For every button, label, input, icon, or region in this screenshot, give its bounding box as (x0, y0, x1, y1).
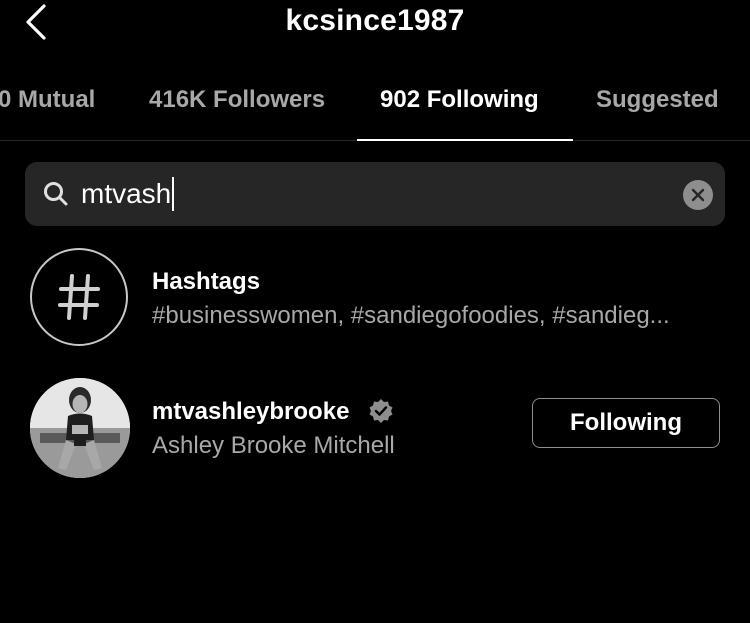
username: mtvashleybrooke (152, 398, 350, 425)
tab-mutual[interactable]: 0 Mutual (0, 86, 95, 114)
verified-badge-icon (369, 399, 393, 423)
user-result[interactable]: mtvashleybrooke Ashley Brooke Mitchell F… (0, 378, 750, 478)
header: kcsince1987 (0, 0, 750, 48)
hashtags-result[interactable]: Hashtags #businesswomen, #sandiegofoodie… (0, 248, 750, 348)
text-caret (172, 177, 175, 211)
hashtag-icon (58, 274, 100, 320)
active-tab-indicator (357, 139, 573, 141)
search-input[interactable]: mtvash (81, 174, 661, 214)
clear-icon (691, 188, 705, 202)
tab-bar: 0 Mutual 416K Followers 902 Following Su… (0, 76, 750, 142)
avatar (30, 378, 130, 478)
hashtags-subtitle: #businesswomen, #sandiegofoodies, #sandi… (152, 302, 670, 329)
tab-followers[interactable]: 416K Followers (149, 86, 325, 114)
search-bar: mtvash (25, 162, 725, 226)
tab-suggested[interactable]: Suggested (596, 86, 719, 114)
search-icon (44, 182, 68, 206)
full-name: Ashley Brooke Mitchell (152, 432, 395, 459)
clear-search-button[interactable] (683, 180, 713, 210)
hashtag-avatar (30, 248, 128, 346)
following-button[interactable]: Following (532, 398, 720, 448)
profile-photo-icon (30, 378, 130, 478)
page-title: kcsince1987 (285, 4, 465, 37)
following-screen: kcsince1987 0 Mutual 416K Followers 902 … (0, 0, 750, 623)
hashtags-title: Hashtags (152, 268, 261, 295)
tab-following[interactable]: 902 Following (380, 86, 539, 114)
search-input-value: mtvash (81, 178, 172, 209)
